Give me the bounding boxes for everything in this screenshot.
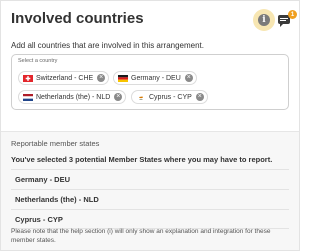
cyprus-flag-icon — [136, 93, 146, 101]
switzerland-flag-icon — [23, 74, 33, 82]
country-chip-netherlands: Netherlands (the) - NLD × — [18, 90, 127, 104]
country-chip-switzerland: Switzerland - CHE × — [18, 71, 110, 85]
chip-label: Switzerland - CHE — [36, 74, 94, 82]
chat-button[interactable]: 1 — [276, 10, 297, 28]
notification-badge: 1 — [288, 10, 297, 19]
chip-label: Germany - DEU — [131, 74, 181, 82]
panel-header: Involved countries i 1 — [1, 1, 299, 35]
reportable-member-states-section: Reportable member states You've selected… — [1, 131, 299, 250]
member-state-row: Netherlands (the) - NLD — [11, 189, 289, 209]
country-chip-germany: Germany - DEU × — [113, 71, 197, 85]
chip-label: Netherlands (the) - NLD — [36, 93, 111, 101]
member-state-row: Cyprus - CYP — [11, 209, 289, 229]
summary-text: You've selected 3 potential Member State… — [11, 155, 273, 164]
remove-chip-button[interactable]: × — [114, 93, 123, 101]
member-state-row: Germany - DEU — [11, 169, 289, 189]
involved-countries-panel: Involved countries i 1 Add all countries… — [0, 0, 300, 251]
remove-chip-button[interactable]: × — [97, 74, 106, 82]
country-select-label: Select a country — [18, 58, 58, 64]
info-button[interactable]: i — [253, 9, 275, 31]
page-title: Involved countries — [11, 10, 144, 27]
remove-chip-button[interactable]: × — [184, 74, 193, 82]
help-note: Please note that the help section (i) wi… — [11, 228, 271, 244]
remove-chip-button[interactable]: × — [195, 93, 204, 101]
country-select[interactable]: Select a country Switzerland - CHE × Ger… — [11, 54, 289, 110]
netherlands-flag-icon — [23, 93, 33, 101]
info-icon: i — [258, 14, 270, 26]
country-chip-cyprus: Cyprus - CYP × — [131, 90, 208, 104]
germany-flag-icon — [118, 74, 128, 82]
instruction-text: Add all countries that are involved in t… — [11, 41, 204, 50]
chip-label: Cyprus - CYP — [149, 93, 192, 101]
section-title: Reportable member states — [11, 139, 100, 148]
